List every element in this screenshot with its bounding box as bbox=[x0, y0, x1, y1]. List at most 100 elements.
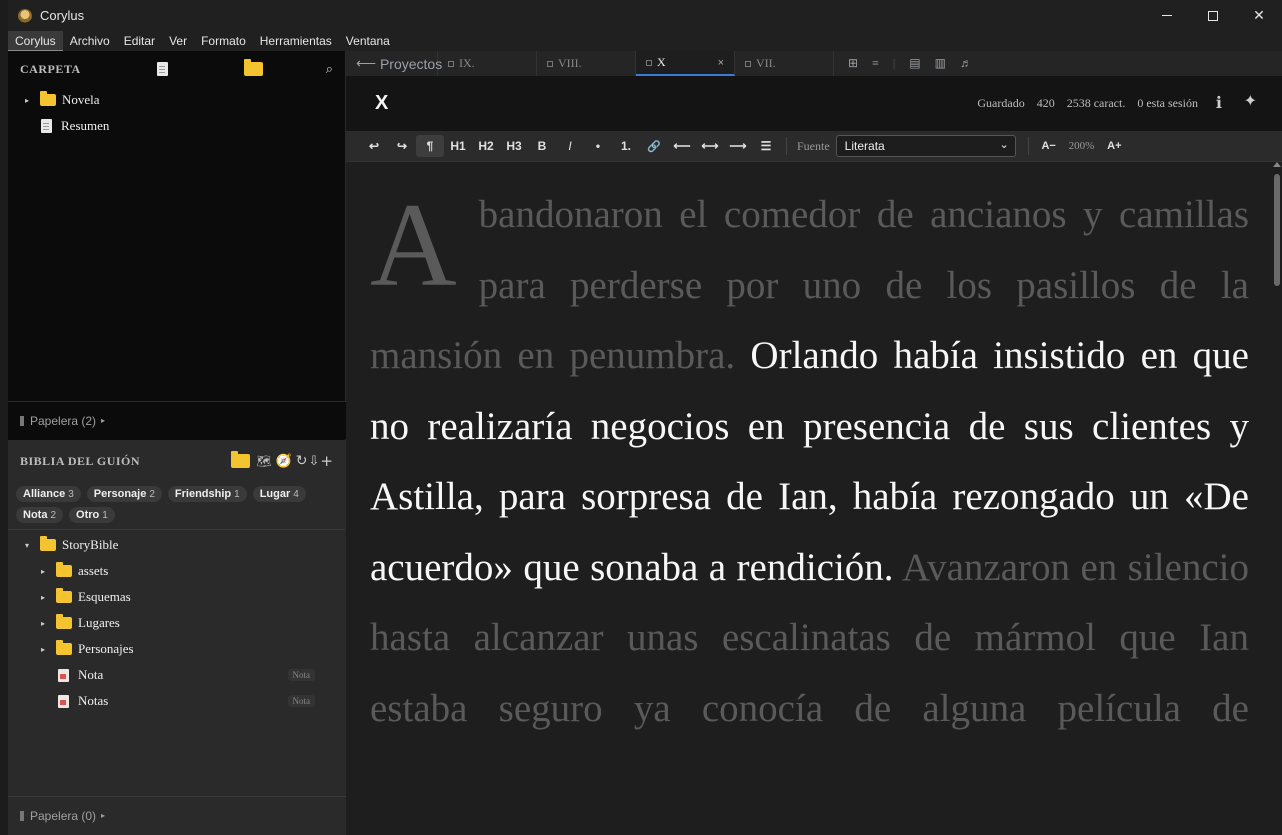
outline-icon[interactable]: ▤ bbox=[909, 56, 920, 71]
expand-caret-icon[interactable]: ▸ bbox=[38, 567, 48, 576]
tab-chapter[interactable]: IX. bbox=[438, 51, 537, 76]
grid-view-icon[interactable]: ⊞ bbox=[848, 56, 858, 71]
compass-icon[interactable]: 🧭 bbox=[276, 454, 292, 469]
heading3-button[interactable]: H3 bbox=[500, 135, 528, 157]
trash-icon bbox=[20, 415, 24, 426]
menu-ver[interactable]: Ver bbox=[162, 31, 194, 51]
heading1-button[interactable]: H1 bbox=[444, 135, 472, 157]
prose-text[interactable]: Abandonaron el comedor de ancianos y cam… bbox=[370, 180, 1249, 744]
tab-label: VIII. bbox=[558, 56, 582, 70]
arrow-left-icon: ⟵ bbox=[356, 55, 377, 71]
tree-item-novela[interactable]: ▸ Novela bbox=[8, 87, 345, 113]
tab-label: VII. bbox=[756, 56, 776, 70]
chevron-down-icon: ⌄ bbox=[999, 139, 1009, 151]
title-bar: Corylus ✕ bbox=[8, 0, 1282, 31]
tab-chapter-active[interactable]: X × bbox=[636, 51, 735, 76]
tree-item-esquemas[interactable]: ▸ Esquemas bbox=[8, 584, 345, 610]
menu-archivo[interactable]: Archivo bbox=[63, 31, 117, 51]
link-button[interactable]: 🔗 bbox=[640, 135, 668, 157]
add-icon[interactable]: + bbox=[320, 452, 333, 470]
tab-chapter[interactable]: VII. bbox=[735, 51, 834, 76]
menu-bar: Corylus Archivo Editar Ver Formato Herra… bbox=[8, 31, 1282, 51]
info-icon[interactable]: ℹ bbox=[1216, 93, 1222, 113]
tag-name: Personaje bbox=[93, 488, 147, 500]
font-select-value: Literata bbox=[844, 139, 885, 153]
new-folder-icon[interactable] bbox=[243, 59, 263, 76]
expand-caret-icon[interactable]: ▸ bbox=[38, 593, 48, 602]
tree-item-lugares[interactable]: ▸ Lugares bbox=[8, 610, 345, 636]
bullet-list-button[interactable]: • bbox=[584, 135, 612, 157]
folder-panel-header: CARPETA ⌕ bbox=[8, 51, 345, 87]
sidebar: CARPETA ⌕ ▸ Novela Resumen Papelera (2) … bbox=[8, 51, 346, 835]
tag-chip[interactable]: Alliance 3 bbox=[16, 486, 81, 502]
zoom-out-button[interactable]: A− bbox=[1035, 135, 1063, 157]
expand-caret-icon[interactable]: ▸ bbox=[22, 96, 32, 105]
document-title[interactable]: X bbox=[375, 92, 388, 115]
align-left-button[interactable]: ⟵ bbox=[668, 135, 696, 157]
document-header: X Guardado 420 2538 caract. 0 esta sesió… bbox=[346, 76, 1282, 131]
scroll-up-icon[interactable] bbox=[1273, 162, 1281, 167]
justify-button[interactable]: ☰ bbox=[752, 135, 780, 157]
align-right-button[interactable]: ⟶ bbox=[724, 135, 752, 157]
menu-ventana[interactable]: Ventana bbox=[339, 31, 397, 51]
menu-editar[interactable]: Editar bbox=[117, 31, 162, 51]
columns-icon[interactable]: ▥ bbox=[935, 56, 946, 71]
close-window-button[interactable]: ✕ bbox=[1236, 0, 1282, 31]
minimize-button[interactable] bbox=[1144, 0, 1190, 31]
close-tab-icon[interactable]: × bbox=[718, 57, 724, 69]
chevron-right-icon: ▸ bbox=[101, 416, 106, 425]
paragraph-button[interactable]: ¶ bbox=[416, 135, 444, 157]
bold-button[interactable]: B bbox=[528, 135, 556, 157]
tag-chip[interactable]: Lugar 4 bbox=[252, 486, 306, 502]
tag-name: Lugar bbox=[259, 488, 291, 500]
tree-item-storybible[interactable]: ▾ StoryBible bbox=[8, 532, 345, 558]
tree-item-nota[interactable]: Nota Nota bbox=[8, 662, 345, 688]
new-document-icon[interactable] bbox=[156, 62, 168, 76]
tag-chip[interactable]: Personaje 2 bbox=[86, 486, 162, 502]
tag-chip[interactable]: Otro 1 bbox=[69, 507, 115, 523]
redo-button[interactable]: ↪ bbox=[388, 135, 416, 157]
note-icon bbox=[58, 694, 69, 708]
tree-item-assets[interactable]: ▸ assets bbox=[8, 558, 345, 584]
trash-bar[interactable]: Papelera (2) ▸ bbox=[8, 401, 346, 439]
tag-chip[interactable]: Friendship 1 bbox=[167, 486, 247, 502]
tag-chip[interactable]: Nota 2 bbox=[16, 507, 64, 523]
menu-corylus[interactable]: Corylus bbox=[8, 31, 63, 51]
menu-herramientas[interactable]: Herramientas bbox=[253, 31, 339, 51]
search-icon[interactable]: ⌕ bbox=[326, 62, 333, 77]
new-folder-icon[interactable] bbox=[231, 451, 251, 468]
document-tab-icon bbox=[745, 60, 751, 67]
list-view-icon[interactable]: ≡ bbox=[872, 56, 879, 71]
zoom-in-button[interactable]: A+ bbox=[1100, 135, 1128, 157]
story-bible-trash-bar[interactable]: Papelera (0) ▸ bbox=[8, 796, 346, 834]
separator bbox=[1027, 137, 1029, 155]
align-center-button[interactable]: ⟷ bbox=[696, 135, 724, 157]
italic-button[interactable]: I bbox=[556, 135, 584, 157]
collapse-caret-icon[interactable]: ▾ bbox=[22, 541, 32, 550]
sparkle-icon[interactable]: ✦ bbox=[1244, 91, 1257, 110]
tree-item-notas[interactable]: Notas Nota bbox=[8, 688, 345, 714]
tree-item-personajes[interactable]: ▸ Personajes bbox=[8, 636, 345, 662]
map-icon[interactable]: 🗺 bbox=[256, 454, 271, 468]
heading2-button[interactable]: H2 bbox=[472, 135, 500, 157]
type-badge: Nota bbox=[287, 669, 315, 681]
type-badge: Nota bbox=[287, 695, 315, 707]
numbered-list-button[interactable]: 1. bbox=[612, 135, 640, 157]
tab-chapter[interactable]: VIII. bbox=[537, 51, 636, 76]
tree-item-resumen[interactable]: Resumen bbox=[8, 113, 345, 139]
music-icon[interactable]: ♬ bbox=[960, 56, 972, 71]
menu-formato[interactable]: Formato bbox=[194, 31, 253, 51]
tag-name: Otro bbox=[76, 509, 100, 521]
refresh-icon[interactable]: ↻ bbox=[296, 453, 308, 469]
expand-caret-icon[interactable]: ▸ bbox=[38, 645, 48, 654]
undo-button[interactable]: ↩ bbox=[360, 135, 388, 157]
expand-caret-icon[interactable]: ▸ bbox=[38, 619, 48, 628]
maximize-button[interactable] bbox=[1190, 0, 1236, 31]
editor-scrollbar[interactable] bbox=[1264, 162, 1282, 835]
font-select[interactable]: Literata ⌄ bbox=[835, 135, 1016, 157]
import-icon[interactable]: ⇩ bbox=[309, 454, 320, 469]
back-to-projects-button[interactable]: ⟵ Proyectos bbox=[346, 51, 442, 76]
folder-panel: CARPETA ⌕ ▸ Novela Resumen Papelera (2) … bbox=[8, 51, 346, 440]
scroll-thumb[interactable] bbox=[1274, 174, 1280, 286]
text-editor[interactable]: Abandonaron el comedor de ancianos y cam… bbox=[346, 162, 1264, 835]
